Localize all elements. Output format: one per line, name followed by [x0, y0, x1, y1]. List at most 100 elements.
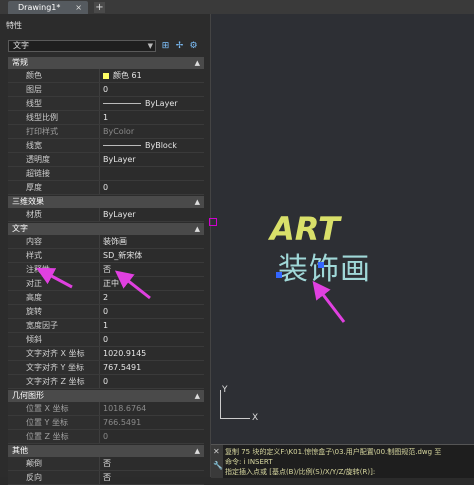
decoration-text[interactable]: 装饰画 [278, 244, 371, 288]
property-value-text: 767.5491 [103, 363, 142, 372]
property-row[interactable]: 文字对齐 Y 坐标 767.5491 [8, 361, 204, 375]
property-value-text: 否 [103, 473, 111, 482]
property-value[interactable]: 767.5491 [103, 361, 204, 374]
section-header[interactable]: 常规 ▲ [8, 57, 204, 69]
property-row[interactable]: 位置 X 坐标 1018.6764 [8, 402, 204, 416]
property-value[interactable]: 否 [103, 457, 204, 470]
art-text[interactable]: ART [270, 210, 340, 248]
property-value[interactable]: SD_新宋体 [103, 249, 204, 262]
property-value[interactable]: ByBlock [103, 139, 204, 152]
property-row[interactable]: 文字对齐 Z 坐标 0 [8, 375, 204, 389]
property-value-text: SD_新宋体 [103, 251, 143, 260]
text-grip-center[interactable] [318, 262, 324, 268]
property-value[interactable]: 0 [103, 333, 204, 346]
property-value[interactable]: ByColor [103, 125, 204, 138]
property-row[interactable]: 位置 Z 坐标 0 [8, 430, 204, 444]
property-row[interactable]: 旋转 0 [8, 305, 204, 319]
property-value[interactable]: 0 [103, 181, 204, 194]
property-value[interactable]: 0 [103, 375, 204, 388]
property-row[interactable]: 注释性否 [8, 263, 204, 277]
properties-panel: 特性 文字 ▼ ⊞ ✢ ⚙ 常规 ▲ 颜色 颜色 61 图层 0 线型 ByLayer 线型比例… [0, 14, 211, 485]
text-grip-left[interactable] [276, 272, 282, 278]
property-value[interactable]: 否 [103, 471, 204, 484]
collapse-icon[interactable]: ▲ [195, 196, 200, 208]
property-value[interactable]: 0 [103, 430, 204, 443]
property-value[interactable]: 否 [103, 263, 204, 276]
property-value[interactable]: 颜色 61 [103, 69, 204, 82]
property-value-text: 1 [103, 321, 109, 330]
section-header[interactable]: 三维效果 ▲ [8, 196, 204, 208]
command-history-line: 命令: i INSERT [225, 458, 273, 466]
command-line[interactable]: ✕ 🔧 复制 75 块的定义F:\K01.惊惊盒子\03.用户配置\00.制图规… [211, 444, 474, 478]
command-history-line: 复制 75 块的定义F:\K01.惊惊盒子\03.用户配置\00.制图规范.dw… [225, 448, 442, 456]
property-row[interactable]: 图层 0 [8, 83, 204, 97]
linetype-sample-icon [103, 145, 141, 146]
close-icon[interactable]: ✕ [213, 447, 220, 456]
wrench-icon[interactable]: 🔧 [213, 461, 223, 470]
select-objects-icon[interactable]: ✢ [174, 41, 185, 52]
property-value[interactable] [103, 167, 204, 180]
property-value[interactable]: ByLayer [103, 153, 204, 166]
property-key: 位置 Z 坐标 [8, 430, 100, 443]
property-row[interactable]: 位置 Y 坐标 766.5491 [8, 416, 204, 430]
property-row[interactable]: 宽度因子 1 [8, 319, 204, 333]
property-value-text: 1020.9145 [103, 349, 147, 358]
property-row[interactable]: 文字对齐 X 坐标 1020.9145 [8, 347, 204, 361]
property-row[interactable]: 线型比例 1 [8, 111, 204, 125]
property-row[interactable]: 超链接 [8, 167, 204, 181]
property-row[interactable]: 样式 SD_新宋体 [8, 249, 204, 263]
property-value-text: 0 [103, 335, 109, 344]
property-value-text: ByBlock [145, 141, 177, 150]
quick-select-icon[interactable]: ⚙ [188, 41, 199, 52]
ucs-y-axis [220, 390, 221, 418]
property-row[interactable]: 高度 2 [8, 291, 204, 305]
command-handle[interactable]: ✕ 🔧 [211, 445, 223, 478]
property-value[interactable]: 766.5491 [103, 416, 204, 429]
collapse-icon[interactable]: ▲ [195, 223, 200, 235]
property-row[interactable]: 对正 正中 [8, 277, 204, 291]
property-row[interactable]: 反向否 [8, 471, 204, 485]
section-header[interactable]: 其他 ▲ [8, 445, 204, 457]
property-value[interactable]: 装饰画 [103, 235, 204, 248]
close-icon[interactable]: × [75, 1, 82, 14]
property-value[interactable]: 1 [103, 111, 204, 124]
property-row[interactable]: 线型 ByLayer [8, 97, 204, 111]
property-row[interactable]: 内容 装饰画 [8, 235, 204, 249]
property-row[interactable]: 厚度 0 [8, 181, 204, 195]
property-key: 旋转 [8, 305, 100, 318]
property-value[interactable]: ByLayer [103, 208, 204, 221]
property-value[interactable]: 0 [103, 83, 204, 96]
property-row[interactable]: 材质 ByLayer [8, 208, 204, 222]
property-row[interactable]: 颠倒否 [8, 457, 204, 471]
section-header[interactable]: 几何图形 ▲ [8, 390, 204, 402]
property-value-text: 正中 [103, 279, 119, 288]
property-row[interactable]: 线宽 ByBlock [8, 139, 204, 153]
property-row[interactable]: 透明度 ByLayer [8, 153, 204, 167]
property-value-text: 1018.6764 [103, 404, 147, 413]
new-tab-button[interactable]: + [94, 2, 105, 13]
collapse-icon[interactable]: ▲ [195, 57, 200, 69]
object-type-select[interactable]: 文字 ▼ [8, 40, 156, 52]
property-value[interactable]: ByLayer [103, 97, 204, 110]
property-value[interactable]: 正中 [103, 277, 204, 290]
ucs-y-label: Y [222, 385, 228, 395]
drawing-canvas[interactable] [211, 14, 474, 444]
property-value[interactable]: 1018.6764 [103, 402, 204, 415]
property-key: 颜色 [8, 69, 100, 82]
tab-drawing1[interactable]: Drawing1* × [8, 1, 88, 14]
section-header[interactable]: 文字 ▲ [8, 223, 204, 235]
property-row[interactable]: 颜色 颜色 61 [8, 69, 204, 83]
property-value[interactable]: 1020.9145 [103, 347, 204, 360]
collapse-icon[interactable]: ▲ [195, 445, 200, 457]
property-key: 反向 [8, 471, 100, 484]
property-row[interactable]: 倾斜 0 [8, 333, 204, 347]
property-row[interactable]: 打印样式 ByColor [8, 125, 204, 139]
property-key: 样式 [8, 249, 100, 262]
collapse-icon[interactable]: ▲ [195, 390, 200, 402]
toggle-pickadd-icon[interactable]: ⊞ [160, 41, 171, 52]
property-value[interactable]: 0 [103, 305, 204, 318]
property-key: 超链接 [8, 167, 100, 180]
property-value[interactable]: 1 [103, 319, 204, 332]
property-value-text: 2 [103, 293, 109, 302]
property-value[interactable]: 2 [103, 291, 204, 304]
